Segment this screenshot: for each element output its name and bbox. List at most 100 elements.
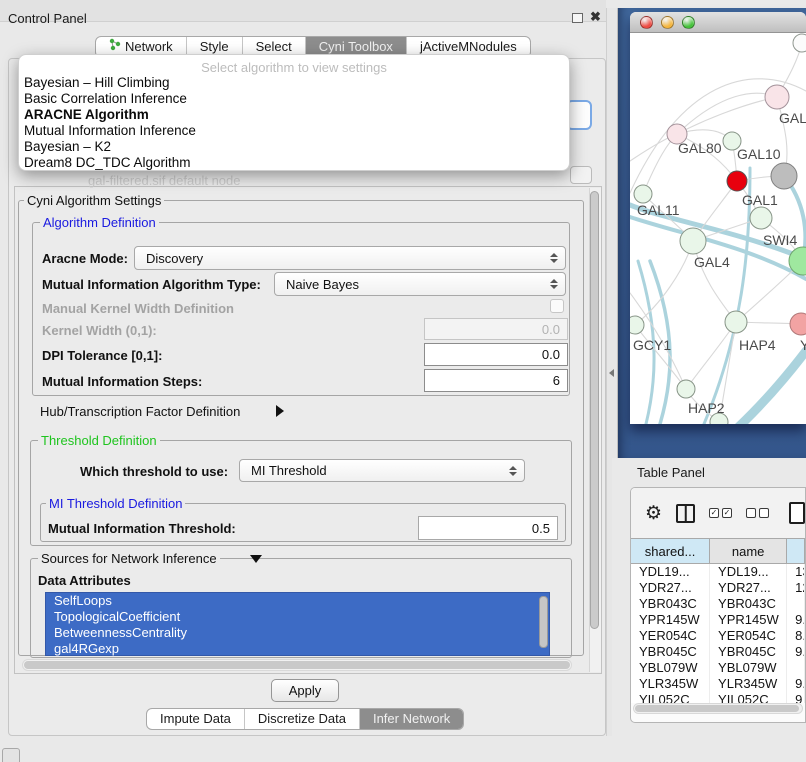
hub-expand-icon[interactable] — [276, 405, 284, 417]
network-canvas[interactable]: GALGAL80GAL10GAL11GAL1SWI4GAL4GCY1HAP4YH… — [630, 33, 806, 424]
mi-steps-field[interactable]: 6 — [424, 369, 568, 392]
attribute-item-selfloops[interactable]: SelfLoops — [46, 593, 549, 609]
table-row[interactable]: YBR045CYBR045C9. — [631, 644, 805, 660]
mi-type-value: Naive Bayes — [286, 277, 359, 292]
algorithm-option-bayesian-hill-climbing[interactable]: Bayesian – Hill Climbing — [19, 75, 569, 91]
data-attributes-label: Data Attributes — [38, 573, 131, 588]
table-cell: YPR145W — [710, 612, 787, 628]
manual-kernel-checkbox[interactable] — [550, 299, 564, 313]
aracne-mode-combobox[interactable]: Discovery — [134, 246, 566, 270]
column-manager-icon[interactable] — [676, 504, 695, 523]
settings-vertical-scrollbar-thumb[interactable] — [590, 191, 599, 629]
minimized-panel-button[interactable] — [2, 748, 20, 762]
network-window-titlebar[interactable] — [630, 12, 806, 33]
algorithm-popup: Select algorithm to view settings Bayesi… — [18, 54, 570, 171]
splitter-collapse-icon[interactable] — [609, 369, 614, 377]
hub-section-label[interactable]: Hub/Transcription Factor Definition — [40, 404, 240, 419]
sources-collapse-icon[interactable] — [250, 555, 262, 563]
node-label-gal4: GAL4 — [694, 254, 730, 270]
network-node[interactable] — [725, 311, 747, 333]
table-row[interactable]: YER054CYER054C8. — [631, 628, 805, 644]
table-horizontal-scrollbar-thumb[interactable] — [635, 705, 799, 712]
network-edge — [732, 351, 806, 424]
column-header-name[interactable]: name — [710, 539, 787, 563]
node-label-gal11: GAL11 — [637, 202, 680, 218]
combo-stepper-icon — [550, 253, 558, 263]
apply-button[interactable]: Apply — [271, 679, 339, 702]
select-all-icon[interactable]: ✓✓ — [709, 508, 732, 518]
tab-infer-network[interactable]: Infer Network — [359, 709, 463, 729]
gear-icon[interactable]: ⚙ — [645, 504, 662, 523]
table-cell: YDR27... — [631, 580, 710, 596]
float-panel-icon[interactable] — [572, 13, 583, 23]
network-node[interactable] — [630, 316, 644, 334]
table-cell: YBR045C — [631, 644, 710, 660]
column-header-2[interactable] — [787, 539, 805, 563]
table-cell: 9. — [787, 612, 805, 628]
mi-type-label: Mutual Information Algorithm Type: — [42, 277, 261, 292]
threshold-definition-title: Threshold Definition — [38, 433, 160, 448]
mi-type-combobox[interactable]: Naive Bayes — [274, 272, 566, 296]
network-node[interactable] — [790, 313, 806, 335]
column-header-shared[interactable]: shared... — [631, 539, 710, 563]
close-panel-icon[interactable]: ✖ — [590, 9, 601, 25]
deselect-all-icon[interactable] — [746, 508, 769, 518]
table-cell: YBR045C — [710, 644, 787, 660]
zoom-window-icon[interactable] — [682, 16, 695, 29]
network-node[interactable] — [771, 163, 797, 189]
algorithm-option-dream8-dc-tdc-algorithm[interactable]: Dream8 DC_TDC Algorithm — [19, 155, 569, 171]
table-row[interactable]: YBL079WYBL079W — [631, 660, 805, 676]
table-horizontal-scrollbar[interactable] — [633, 703, 803, 714]
network-node[interactable] — [727, 171, 747, 191]
sources-group-title[interactable]: Sources for Network Inference — [38, 551, 220, 566]
settings-horizontal-scrollbar-thumb[interactable] — [24, 661, 570, 669]
table-row[interactable]: YDR27...YDR27...12 — [631, 580, 805, 596]
table-row[interactable]: YIL052CYIL052C9 — [631, 692, 805, 703]
close-window-icon[interactable] — [640, 16, 653, 29]
import-table-icon[interactable] — [789, 502, 805, 524]
network-node[interactable] — [793, 34, 806, 52]
network-node[interactable] — [765, 85, 789, 109]
combo-stepper-icon — [509, 466, 517, 476]
settings-horizontal-scrollbar[interactable] — [22, 659, 572, 671]
network-node[interactable] — [634, 185, 652, 203]
kernel-width-field[interactable]: 0.0 — [424, 318, 568, 340]
attribute-item-gal4rgexp[interactable]: gal4RGexp — [46, 641, 549, 657]
dpi-tolerance-field[interactable]: 0.0 — [424, 343, 568, 366]
node-table-combobox-fragment[interactable] — [570, 166, 592, 184]
kernel-width-label: Kernel Width (0,1): — [42, 323, 157, 338]
table-row[interactable]: YPR145WYPR145W9. — [631, 612, 805, 628]
table-cell: YDL19... — [710, 564, 787, 580]
tab-discretize-data[interactable]: Discretize Data — [244, 709, 359, 729]
algorithm-option-mutual-information-inference[interactable]: Mutual Information Inference — [19, 123, 569, 139]
network-node[interactable] — [750, 207, 772, 229]
table-cell: 13 — [787, 564, 805, 580]
algorithm-options-list: Bayesian – Hill ClimbingBasic Correlatio… — [19, 75, 569, 171]
network-node[interactable] — [677, 380, 695, 398]
table-cell: YLR345W — [631, 676, 710, 692]
network-node[interactable] — [680, 228, 706, 254]
node-label-swi4: SWI4 — [763, 232, 797, 248]
attribute-item-betweennesscentrality[interactable]: BetweennessCentrality — [46, 625, 549, 641]
tab-impute-data[interactable]: Impute Data — [147, 709, 244, 729]
table-cell: YBL079W — [631, 660, 710, 676]
minimize-window-icon[interactable] — [661, 16, 674, 29]
table-row[interactable]: YLR345WYLR345W9. — [631, 676, 805, 692]
control-panel-title: Control Panel — [8, 11, 87, 26]
table-cell: YER054C — [710, 628, 787, 644]
table-row[interactable]: YDL19...YDL19...13 — [631, 564, 805, 580]
algorithm-popup-placeholder: Select algorithm to view settings — [19, 55, 569, 75]
algorithm-option-basic-correlation-inference[interactable]: Basic Correlation Inference — [19, 91, 569, 107]
mi-threshold-field[interactable]: 0.5 — [418, 516, 558, 540]
table-panel-title: Table Panel — [637, 465, 705, 480]
attributes-list-scrollbar-thumb[interactable] — [539, 596, 548, 648]
table-row[interactable]: YBR043CYBR043C — [631, 596, 805, 612]
algorithm-option-bayesian-k2[interactable]: Bayesian – K2 — [19, 139, 569, 155]
table-toolbar: ⚙ ✓✓ — [631, 488, 805, 538]
data-attributes-list: SelfLoopsTopologicalCoefficientBetweenne… — [45, 592, 550, 656]
which-threshold-label: Which threshold to use: — [80, 464, 228, 479]
algorithm-option-aracne-algorithm[interactable]: ARACNE Algorithm — [19, 107, 569, 123]
which-threshold-combobox[interactable]: MI Threshold — [239, 459, 525, 482]
attribute-item-topologicalcoefficient[interactable]: TopologicalCoefficient — [46, 609, 549, 625]
network-view-window: GALGAL80GAL10GAL11GAL1SWI4GAL4GCY1HAP4YH… — [630, 12, 806, 424]
